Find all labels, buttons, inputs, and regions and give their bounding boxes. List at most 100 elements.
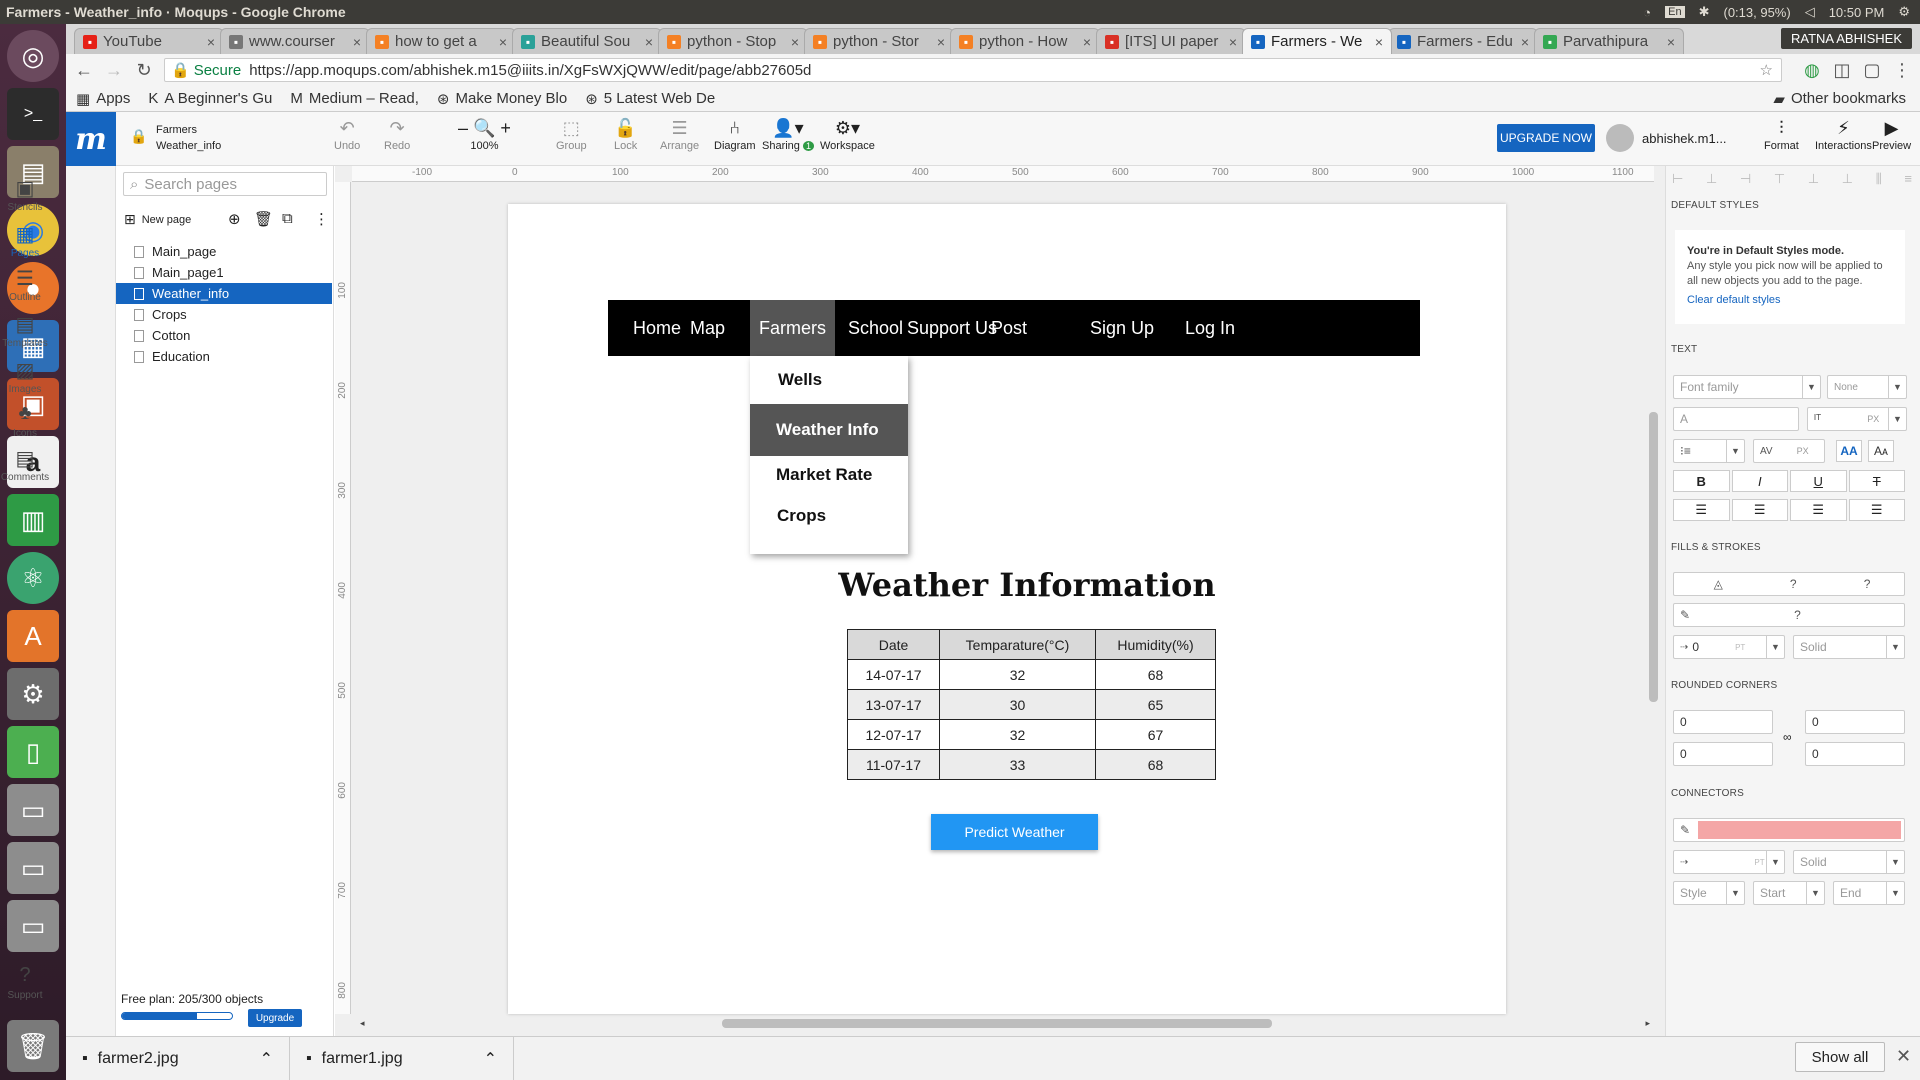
more-options-icon[interactable]: ⋮ [314, 210, 329, 228]
extension-icon[interactable]: ◍ [1802, 60, 1822, 81]
wifi-icon[interactable]: ◔ [1643, 5, 1651, 20]
star-icon[interactable]: ☆ [1760, 61, 1773, 79]
align-text-left-icon[interactable]: ☰ [1673, 499, 1730, 521]
font-size-field[interactable]: ᴵᵀ PX ▼ [1807, 407, 1907, 431]
bookmark-item[interactable]: M Medium – Read, [290, 90, 419, 107]
tab-close-icon[interactable]: × [207, 34, 215, 50]
chevron-up-icon[interactable]: ⌃ [484, 1049, 497, 1069]
close-downloads-icon[interactable]: ✕ [1896, 1046, 1911, 1067]
rail-images[interactable]: ▨ Images [0, 358, 50, 395]
justify-text-icon[interactable]: ☰ [1848, 499, 1905, 521]
mock-nav-log-in[interactable]: Log In [1176, 300, 1244, 356]
align-text-right-icon[interactable]: ☰ [1790, 499, 1847, 521]
format-button[interactable]: ⫶ Format [1764, 118, 1799, 152]
mock-dropdown-menu[interactable]: Wells Weather Info Market Rate Crops [750, 356, 908, 554]
font-weight-select[interactable]: None ▼ [1827, 375, 1907, 399]
stroke-style-select[interactable]: Solid ▼ [1793, 635, 1905, 659]
align-top-icon[interactable]: ⊤ [1774, 171, 1785, 187]
upgrade-now-button[interactable]: UPGRADE NOW [1497, 124, 1595, 152]
extension-icon[interactable]: ▢ [1862, 60, 1882, 81]
letter-spacing-field[interactable]: AV PX [1753, 439, 1825, 463]
search-pages-input[interactable]: ⌕ Search pages [123, 172, 327, 196]
rail-templates[interactable]: ▤ Templates [0, 312, 50, 349]
interactions-button[interactable]: ⚡ Interactions [1815, 118, 1872, 152]
group-button[interactable]: ⬚ Group [556, 118, 587, 152]
drive-icon[interactable]: ▭ [7, 900, 59, 952]
dropdown-item-wells[interactable]: Wells [750, 356, 908, 404]
align-text-center-icon[interactable]: ☰ [1731, 499, 1788, 521]
browser-tab[interactable]: ▪ python - How × [950, 28, 1100, 54]
preview-button[interactable]: ▶ Preview [1872, 118, 1911, 152]
bluetooth-icon[interactable]: ✱ [1699, 4, 1710, 20]
weather-table[interactable]: Date Temparature(°C) Humidity(%) 14-07-17 32… [847, 629, 1216, 780]
user-menu[interactable]: abhishek.m1... [1642, 131, 1727, 146]
bold-button[interactable]: B [1673, 470, 1730, 492]
page-item[interactable]: Main_page [116, 241, 332, 262]
browser-tab[interactable]: ▪ Beautiful Sou × [512, 28, 662, 54]
dropdown-item-market-rate[interactable]: Market Rate [750, 456, 908, 494]
calc-icon[interactable]: ▥ [7, 494, 59, 546]
software-center-icon[interactable]: A [7, 610, 59, 662]
mock-nav-map[interactable]: Map [681, 300, 734, 356]
forward-icon[interactable]: → [104, 60, 124, 81]
zoom-control[interactable]: – 🔍 +100% [458, 118, 511, 152]
download-item[interactable]: ▪ farmer1.jpg ⌃ [290, 1036, 514, 1080]
browser-tab[interactable]: ▪ python - Stop × [658, 28, 808, 54]
connector-style-select[interactable]: Solid ▼ [1793, 850, 1905, 874]
page-item[interactable]: Weather_info [116, 283, 332, 304]
tab-close-icon[interactable]: × [937, 34, 945, 50]
duplicate-page-icon[interactable]: ⧉ [282, 210, 293, 227]
rail-stencils[interactable]: ▣ Stencils [0, 176, 50, 213]
clock[interactable]: 10:50 PM [1829, 5, 1885, 20]
new-page-button[interactable]: ⊞ New page [124, 211, 191, 228]
connector-end-select[interactable]: End ▼ [1833, 881, 1905, 905]
strikethrough-button[interactable]: T [1848, 470, 1905, 492]
align-right-icon[interactable]: ⊣ [1740, 171, 1751, 187]
mock-nav-post[interactable]: Post [982, 300, 1036, 356]
uppercase-toggle[interactable]: AA [1836, 440, 1862, 462]
line-height-select[interactable]: ⁝≡ ▼ [1673, 439, 1745, 463]
reload-icon[interactable]: ↻ [134, 60, 154, 81]
project-lock-icon[interactable]: 🔒 [130, 128, 147, 145]
browser-tab[interactable]: ▪ Parvathipura × [1534, 28, 1684, 54]
download-item[interactable]: ▪ farmer2.jpg ⌃ [66, 1036, 290, 1080]
underline-button[interactable]: U [1790, 470, 1847, 492]
trash-icon[interactable]: 🗑 [7, 1020, 59, 1072]
distribute-v-icon[interactable]: ≡ [1904, 171, 1912, 187]
lock-button[interactable]: 🔓 Lock [614, 118, 637, 152]
rail-icons[interactable]: ♣ Icons [0, 402, 50, 439]
delete-page-icon[interactable]: 🗑 [254, 210, 273, 228]
page-item[interactable]: Education [116, 346, 332, 367]
ubuntu-icon[interactable]: ◎ [7, 30, 59, 82]
browser-tab[interactable]: ▪ how to get a × [366, 28, 516, 54]
browser-tab[interactable]: ▪ Farmers - We × [1242, 28, 1392, 54]
arrange-button[interactable]: ☰ Arrange [660, 118, 699, 152]
mock-navbar[interactable]: Home Map Farmers School Support Us Post Sign U… [608, 300, 1420, 356]
address-bar[interactable]: 🔒 Secure https://app.moqups.com/abhishek… [164, 58, 1782, 82]
settings-gear-icon[interactable]: ⚙ [1898, 4, 1910, 20]
rail-comments[interactable]: ▤ Comments [0, 446, 50, 483]
volume-icon[interactable]: ◁ [1805, 4, 1815, 20]
rail-pages[interactable]: ▦ Pages [0, 222, 50, 259]
add-folder-icon[interactable]: ⊕ [228, 210, 241, 228]
other-bookmarks[interactable]: ▰ Other bookmarks [1773, 90, 1906, 108]
tab-close-icon[interactable]: × [1667, 34, 1675, 50]
undo-button[interactable]: ↶ Undo [334, 118, 360, 152]
browser-tab[interactable]: ▪ python - Stor × [804, 28, 954, 54]
connector-line-style-select[interactable]: Style ▼ [1673, 881, 1745, 905]
connector-start-select[interactable]: Start ▼ [1753, 881, 1825, 905]
tab-close-icon[interactable]: × [1083, 34, 1091, 50]
back-icon[interactable]: ← [74, 60, 94, 81]
distribute-h-icon[interactable]: ⫼ [1876, 171, 1882, 187]
page-item[interactable]: Cotton [116, 325, 332, 346]
corner-bottom-right-field[interactable]: 0 [1805, 742, 1905, 766]
browser-tab[interactable]: ▪ YouTube × [74, 28, 224, 54]
bookmark-item[interactable]: ⊛ 5 Latest Web De [585, 90, 715, 108]
align-middle-icon[interactable]: ⊥ [1808, 171, 1819, 187]
clear-default-styles-link[interactable]: Clear default styles [1687, 293, 1893, 308]
browser-tab[interactable]: ▪ [ITS] UI paper × [1096, 28, 1246, 54]
terminal-icon[interactable]: >_ [7, 88, 59, 140]
page-item[interactable]: Crops [116, 304, 332, 325]
extension-icon[interactable]: ◫ [1832, 60, 1852, 81]
rail-outline[interactable]: ☰ Outline [0, 266, 50, 303]
